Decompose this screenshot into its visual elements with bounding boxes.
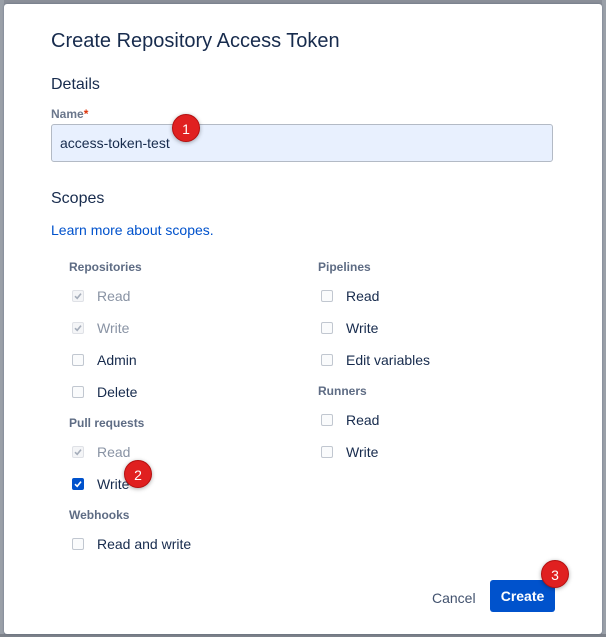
webhooks-group-label: Webhooks: [69, 508, 130, 522]
checkbox-box[interactable]: [321, 446, 333, 458]
step-marker-2: 2: [124, 460, 152, 488]
checkbox-label[interactable]: Write: [346, 444, 378, 460]
repositories-delete-checkbox[interactable]: Delete: [72, 382, 137, 402]
check-icon: [74, 325, 82, 332]
checkbox-box[interactable]: [321, 354, 333, 366]
checkbox-label[interactable]: Read and write: [97, 536, 191, 552]
checkbox-box: [72, 322, 84, 334]
name-input[interactable]: [51, 124, 553, 162]
create-token-dialog: Create Repository Access Token Details N…: [4, 4, 602, 634]
pull-requests-write-checkbox[interactable]: Write: [72, 474, 129, 494]
checkbox-label[interactable]: Read: [346, 412, 379, 428]
runners-write-checkbox[interactable]: Write: [321, 442, 378, 462]
checkbox-label[interactable]: Edit variables: [346, 352, 430, 368]
checkbox-box[interactable]: [72, 354, 84, 366]
pull-requests-read-checkbox: Read: [72, 442, 130, 462]
pull-requests-group-label: Pull requests: [69, 416, 145, 430]
runners-group-label: Runners: [318, 384, 367, 398]
required-mark: *: [83, 107, 89, 121]
details-heading: Details: [51, 76, 100, 93]
pipelines-write-checkbox[interactable]: Write: [321, 318, 378, 338]
repositories-admin-checkbox[interactable]: Admin: [72, 350, 137, 370]
step-marker-3: 3: [541, 560, 569, 588]
checkbox-box[interactable]: [72, 386, 84, 398]
dialog-title: Create Repository Access Token: [51, 30, 340, 52]
cancel-button[interactable]: Cancel: [422, 582, 486, 614]
pipelines-group-label: Pipelines: [318, 260, 371, 274]
repositories-group-label: Repositories: [69, 260, 142, 274]
check-icon: [74, 449, 82, 456]
checkbox-box[interactable]: [72, 538, 84, 550]
step-marker-1: 1: [172, 114, 200, 142]
checkbox-label: Write: [97, 320, 130, 336]
checkbox-box: [72, 446, 84, 458]
name-label-text: Name: [51, 107, 84, 121]
check-icon: [74, 481, 82, 488]
checkbox-label: Read: [97, 444, 131, 460]
backdrop-right-edge: [602, 0, 606, 637]
pipelines-read-checkbox[interactable]: Read: [321, 286, 379, 306]
webhooks-read-write-checkbox[interactable]: Read and write: [72, 534, 191, 554]
checkbox-box[interactable]: [321, 414, 333, 426]
runners-read-checkbox[interactable]: Read: [321, 410, 379, 430]
repositories-write-checkbox: Write: [72, 318, 129, 338]
name-label: Name*: [51, 107, 88, 121]
scopes-heading: Scopes: [51, 190, 105, 207]
checkbox-box[interactable]: [321, 322, 333, 334]
pipelines-edit-variables-checkbox[interactable]: Edit variables: [321, 350, 430, 370]
checkbox-box: [72, 290, 84, 302]
checkbox-label: Read: [97, 288, 131, 304]
checkbox-label[interactable]: Delete: [97, 384, 137, 400]
checkbox-label[interactable]: Write: [346, 320, 378, 336]
checkbox-box[interactable]: [72, 478, 84, 490]
learn-more-scopes-link[interactable]: Learn more about scopes.: [51, 222, 214, 238]
checkbox-label[interactable]: Admin: [97, 352, 137, 368]
checkbox-label[interactable]: Read: [346, 288, 379, 304]
check-icon: [74, 293, 82, 300]
repositories-read-checkbox: Read: [72, 286, 130, 306]
checkbox-box[interactable]: [321, 290, 333, 302]
